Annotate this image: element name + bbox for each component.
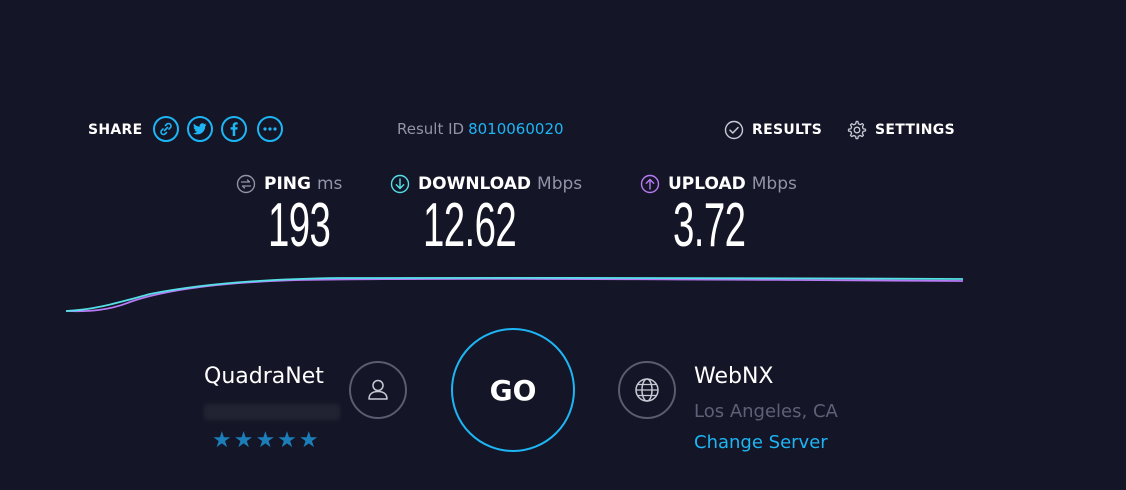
user-icon xyxy=(368,379,388,400)
settings-label: SETTINGS xyxy=(875,122,955,138)
results-button[interactable]: RESULTS xyxy=(724,120,822,140)
download-graph-line xyxy=(65,276,964,312)
result-id-value[interactable]: 8010060020 xyxy=(468,120,563,138)
isp-name: QuadraNet xyxy=(204,364,324,389)
link-icon[interactable] xyxy=(153,116,179,142)
twitter-icon[interactable] xyxy=(187,116,213,142)
download-unit: Mbps xyxy=(537,174,583,194)
isp-user-button[interactable] xyxy=(349,361,407,419)
download-icon xyxy=(390,174,410,194)
server-location: Los Angeles, CA xyxy=(694,401,838,422)
go-button[interactable]: GO xyxy=(451,328,575,452)
settings-button[interactable]: SETTINGS xyxy=(847,120,955,140)
change-server-link[interactable]: Change Server xyxy=(694,432,828,453)
upload-unit: Mbps xyxy=(751,174,797,194)
ping-value: 193 xyxy=(268,191,331,260)
download-value: 12.62 xyxy=(423,191,517,260)
speed-graph xyxy=(65,276,964,313)
globe-icon xyxy=(635,378,659,402)
ping-icon xyxy=(236,174,256,194)
server-globe-button[interactable] xyxy=(618,361,676,419)
facebook-icon[interactable] xyxy=(221,116,247,142)
upload-value: 3.72 xyxy=(673,191,746,260)
isp-rating[interactable]: ★★★★★ xyxy=(212,428,321,453)
result-id: Result ID 8010060020 xyxy=(397,120,564,138)
result-id-label: Result ID xyxy=(397,120,465,138)
upload-icon xyxy=(640,174,660,194)
upload-graph-line xyxy=(65,277,964,313)
isp-ip-redacted xyxy=(204,404,340,420)
check-circle-icon xyxy=(724,120,744,140)
more-icon[interactable] xyxy=(257,116,283,142)
results-label: RESULTS xyxy=(752,122,823,138)
gear-icon xyxy=(847,120,867,140)
share-label: SHARE xyxy=(88,122,143,138)
server-name: WebNX xyxy=(694,364,774,389)
